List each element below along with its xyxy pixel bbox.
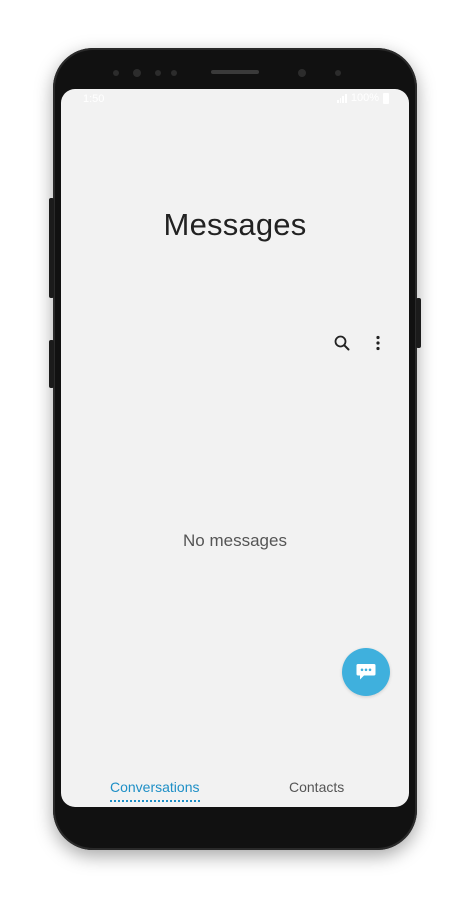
status-bar: 1:50 100%	[61, 89, 409, 109]
empty-state-text: No messages	[183, 531, 287, 550]
battery-icon	[383, 92, 389, 104]
sensor-dot	[133, 69, 141, 77]
bixby-button	[49, 340, 54, 388]
earpiece-speaker	[211, 70, 259, 74]
power-button	[416, 298, 421, 348]
search-icon[interactable]	[333, 334, 351, 352]
sensor-dot	[171, 70, 177, 76]
sensor-dot	[335, 70, 341, 76]
active-tab-indicator	[110, 800, 200, 802]
compose-chat-icon	[356, 664, 376, 680]
front-camera	[298, 69, 306, 77]
tab-contacts[interactable]: Contacts	[289, 779, 344, 795]
tab-conversations[interactable]: Conversations	[110, 779, 200, 795]
phone-frame: 1:50 100% Messages No messages Conversat…	[49, 48, 421, 850]
screen: 1:50 100% Messages No messages Conversat…	[61, 89, 409, 807]
bottom-tabs: Conversations Contacts	[61, 779, 409, 807]
phone-top-bezel	[53, 48, 417, 90]
status-indicators: 100%	[336, 92, 389, 104]
signal-icon	[336, 93, 347, 103]
volume-button	[49, 198, 54, 298]
action-bar	[333, 334, 387, 352]
status-time: 1:50	[83, 93, 105, 105]
page-title: Messages	[163, 207, 307, 242]
sensor-dot	[155, 70, 161, 76]
more-options-icon[interactable]	[369, 334, 387, 352]
compose-button[interactable]	[342, 648, 390, 696]
sensor-dot	[113, 70, 119, 76]
battery-percent: 100%	[350, 92, 379, 104]
